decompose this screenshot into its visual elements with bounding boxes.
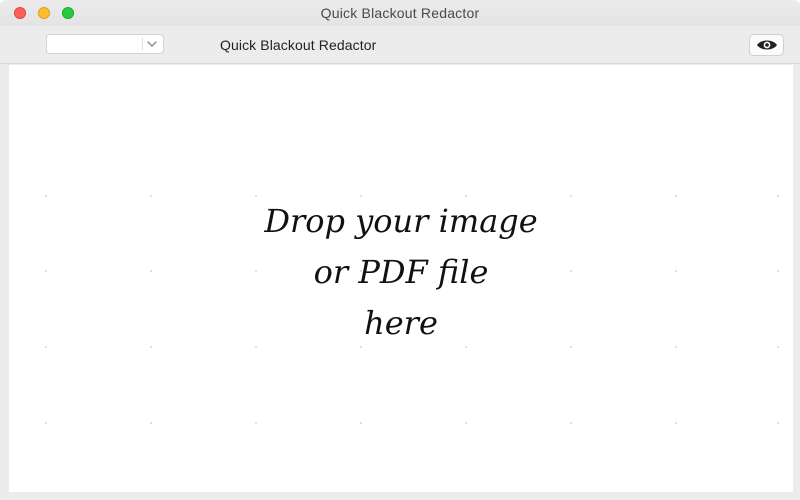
grid-dot	[255, 422, 257, 424]
select-divider	[142, 37, 143, 51]
grid-dot	[777, 422, 779, 424]
preview-button[interactable]	[749, 34, 784, 56]
toolbar-title: Quick Blackout Redactor	[220, 37, 377, 53]
grid-dot	[570, 422, 572, 424]
drop-instructions: Drop your image or PDF file here	[9, 196, 793, 349]
app-window: Quick Blackout Redactor Quick Blackout R…	[0, 0, 800, 500]
eye-icon	[757, 40, 777, 50]
drop-zone[interactable]: Drop your image or PDF file here	[9, 65, 793, 492]
drop-line-3: here	[364, 304, 438, 342]
grid-dot	[675, 422, 677, 424]
drop-line-1: Drop your image	[264, 202, 538, 240]
title-bar: Quick Blackout Redactor	[0, 0, 800, 26]
grid-dot	[360, 422, 362, 424]
toolbar: Quick Blackout Redactor	[0, 26, 800, 64]
window-title: Quick Blackout Redactor	[320, 5, 480, 21]
chevron-down-icon	[147, 41, 157, 47]
document-select[interactable]	[46, 34, 164, 54]
grid-dot	[465, 422, 467, 424]
grid-dot	[45, 422, 47, 424]
window-bottom-edge	[0, 492, 800, 500]
drop-line-2: or PDF file	[313, 253, 489, 291]
grid-dot	[150, 422, 152, 424]
